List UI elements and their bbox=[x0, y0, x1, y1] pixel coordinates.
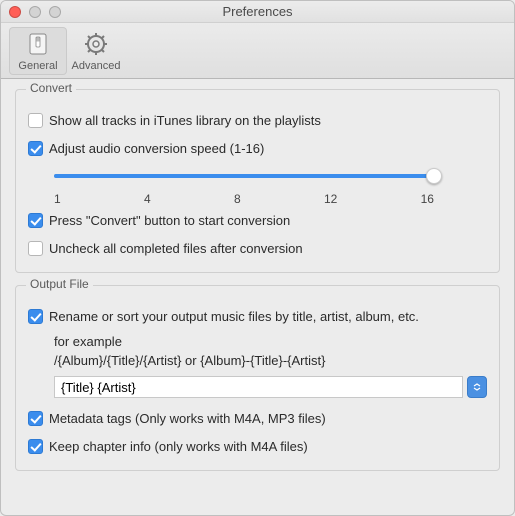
pattern-dropdown-button[interactable] bbox=[467, 376, 487, 398]
show-all-tracks-checkbox[interactable] bbox=[28, 113, 43, 128]
chevron-down-icon bbox=[473, 382, 481, 392]
titlebar: Preferences bbox=[1, 1, 514, 23]
press-convert-label: Press "Convert" button to start conversi… bbox=[49, 213, 290, 228]
tick-12: 12 bbox=[324, 192, 337, 206]
uncheck-completed-label: Uncheck all completed files after conver… bbox=[49, 241, 303, 256]
show-all-tracks-label: Show all tracks in iTunes library on the… bbox=[49, 113, 321, 128]
speed-slider-wrap: 1 4 8 12 16 bbox=[54, 166, 434, 206]
tick-8: 8 bbox=[234, 192, 241, 206]
tick-4: 4 bbox=[144, 192, 151, 206]
chapter-checkbox[interactable] bbox=[28, 439, 43, 454]
slider-ticks: 1 4 8 12 16 bbox=[54, 192, 434, 206]
close-window-button[interactable] bbox=[9, 6, 21, 18]
uncheck-completed-checkbox[interactable] bbox=[28, 241, 43, 256]
traffic-lights bbox=[1, 6, 61, 18]
rename-label: Rename or sort your output music files b… bbox=[49, 309, 419, 324]
convert-group: Convert Show all tracks in iTunes librar… bbox=[15, 89, 500, 273]
adjust-speed-checkbox[interactable] bbox=[28, 141, 43, 156]
minimize-window-button[interactable] bbox=[29, 6, 41, 18]
tab-advanced-label: Advanced bbox=[72, 60, 121, 72]
speed-slider[interactable] bbox=[54, 166, 434, 186]
tick-16: 16 bbox=[421, 192, 434, 206]
content-area: Convert Show all tracks in iTunes librar… bbox=[1, 79, 514, 515]
tick-1: 1 bbox=[54, 192, 61, 206]
switch-icon bbox=[25, 31, 51, 57]
window-title: Preferences bbox=[1, 4, 514, 19]
adjust-speed-label: Adjust audio conversion speed (1-16) bbox=[49, 141, 264, 156]
slider-thumb[interactable] bbox=[426, 168, 442, 184]
metadata-checkbox[interactable] bbox=[28, 411, 43, 426]
zoom-window-button[interactable] bbox=[49, 6, 61, 18]
tab-advanced[interactable]: Advanced bbox=[67, 27, 125, 75]
example-label: for example bbox=[54, 334, 487, 349]
rename-checkbox[interactable] bbox=[28, 309, 43, 324]
output-file-group-label: Output File bbox=[26, 277, 93, 291]
slider-fill bbox=[54, 174, 434, 178]
tab-general[interactable]: General bbox=[9, 27, 67, 75]
gear-icon bbox=[83, 31, 109, 57]
preferences-window: Preferences General bbox=[0, 0, 515, 516]
slider-track bbox=[54, 174, 434, 178]
pattern-input[interactable] bbox=[54, 376, 463, 398]
metadata-label: Metadata tags (Only works with M4A, MP3 … bbox=[49, 411, 326, 426]
example-path: /{Album}/{Title}/{Artist} or {Album}-{Ti… bbox=[54, 353, 487, 368]
press-convert-checkbox[interactable] bbox=[28, 213, 43, 228]
output-file-group: Output File Rename or sort your output m… bbox=[15, 285, 500, 471]
chapter-label: Keep chapter info (only works with M4A f… bbox=[49, 439, 308, 454]
preferences-toolbar: General Advanced bbox=[1, 23, 514, 79]
tab-general-label: General bbox=[18, 60, 57, 72]
convert-group-label: Convert bbox=[26, 81, 76, 95]
